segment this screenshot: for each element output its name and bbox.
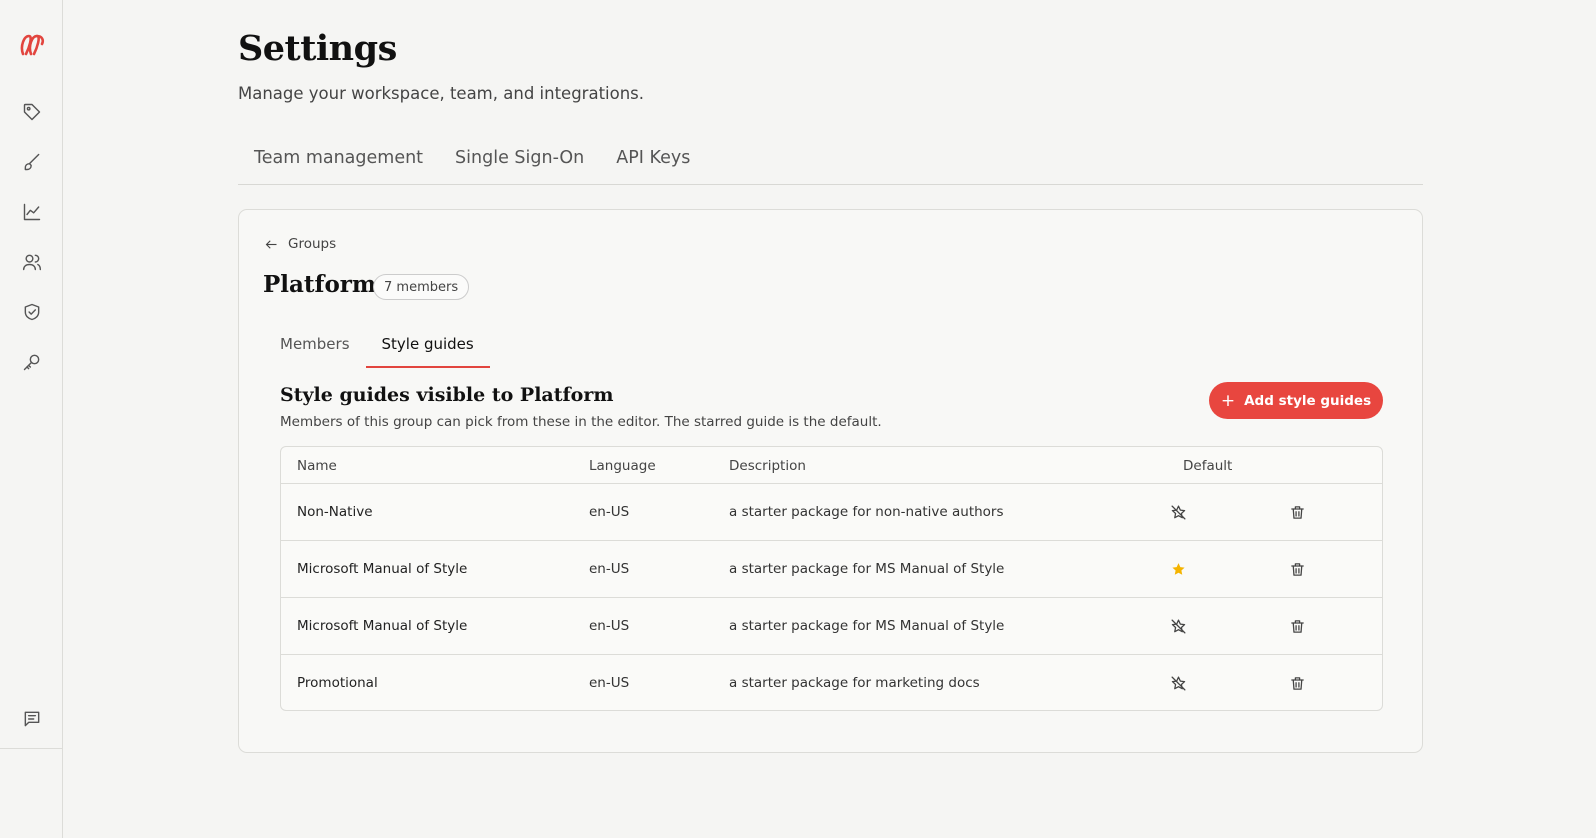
star-off-icon[interactable] <box>1168 673 1188 693</box>
style-guide-name: Microsoft Manual of Style <box>297 618 468 634</box>
tab-members[interactable]: Members <box>264 326 366 368</box>
page-subtitle: Manage your workspace, team, and integra… <box>238 84 645 103</box>
key-icon[interactable] <box>20 350 44 374</box>
style-guides-table: Name Language Description Default Non-Na… <box>280 446 1383 711</box>
style-guide-description: a starter package for MS Manual of Style <box>729 561 1005 577</box>
table-row[interactable]: Microsoft Manual of Style en-US a starter … <box>281 598 1382 655</box>
style-guide-language: en-US <box>589 675 630 691</box>
table-row[interactable]: Promotional en-US a starter package for ma… <box>281 655 1382 710</box>
app-logo[interactable] <box>17 30 47 60</box>
users-icon[interactable] <box>20 250 44 274</box>
section-title: Style guides visible to Platform <box>280 384 614 406</box>
style-guide-description: a starter package for marketing docs <box>729 675 980 691</box>
style-guide-language: en-US <box>589 561 630 577</box>
column-header-default: Default <box>1183 458 1233 474</box>
style-guide-name: Promotional <box>297 675 378 691</box>
star-off-icon[interactable] <box>1168 502 1188 522</box>
style-guide-language: en-US <box>589 504 630 520</box>
member-count-badge: 7 members <box>373 274 470 300</box>
tag-icon[interactable] <box>20 100 44 124</box>
plus-icon: + <box>1220 390 1236 411</box>
star-filled-icon[interactable] <box>1168 559 1188 579</box>
column-header-description: Description <box>729 458 806 474</box>
column-header-language: Language <box>589 458 656 474</box>
style-guide-description: a starter package for MS Manual of Style <box>729 618 1005 634</box>
brush-icon[interactable] <box>20 150 44 174</box>
table-row[interactable]: Non-Native en-US a starter package for non… <box>281 484 1382 541</box>
section-subtitle: Members of this group can pick from thes… <box>280 414 882 430</box>
sidebar-divider <box>0 748 63 749</box>
back-link-label: Groups <box>288 236 337 252</box>
trash-icon[interactable] <box>1287 559 1307 579</box>
trash-icon[interactable] <box>1287 616 1307 636</box>
trash-icon[interactable] <box>1287 502 1307 522</box>
style-guide-name: Non-Native <box>297 504 373 520</box>
settings-tabs: Team management Single Sign-On API Keys <box>238 140 1423 185</box>
tab-team-management[interactable]: Team management <box>238 140 439 184</box>
table-body: Non-Native en-US a starter package for non… <box>281 484 1382 710</box>
group-tabs: Members Style guides <box>264 326 490 368</box>
style-guide-language: en-US <box>589 618 630 634</box>
add-style-guides-button[interactable]: + Add style guides <box>1209 382 1383 419</box>
chat-icon[interactable] <box>20 707 44 731</box>
table-row[interactable]: Microsoft Manual of Style en-US a starter … <box>281 541 1382 598</box>
chart-icon[interactable] <box>20 200 44 224</box>
add-button-label: Add style guides <box>1244 392 1372 409</box>
shield-icon[interactable] <box>20 300 44 324</box>
tab-single-sign-on[interactable]: Single Sign-On <box>439 140 600 184</box>
table-header: Name Language Description Default <box>281 447 1382 484</box>
group-card: Groups Platform 7 members Members Style … <box>238 209 1423 753</box>
style-guide-name: Microsoft Manual of Style <box>297 561 468 577</box>
trash-icon[interactable] <box>1287 673 1307 693</box>
page-title: Settings <box>238 28 397 69</box>
back-to-groups-link[interactable]: Groups <box>264 236 336 252</box>
column-header-name: Name <box>297 458 337 474</box>
arrow-left-icon <box>265 239 277 249</box>
sidebar <box>0 0 63 838</box>
star-off-icon[interactable] <box>1168 616 1188 636</box>
style-guide-description: a starter package for non-native authors <box>729 504 1004 520</box>
tab-api-keys[interactable]: API Keys <box>600 140 706 184</box>
group-title: Platform <box>263 271 377 298</box>
tab-style-guides[interactable]: Style guides <box>365 326 490 368</box>
